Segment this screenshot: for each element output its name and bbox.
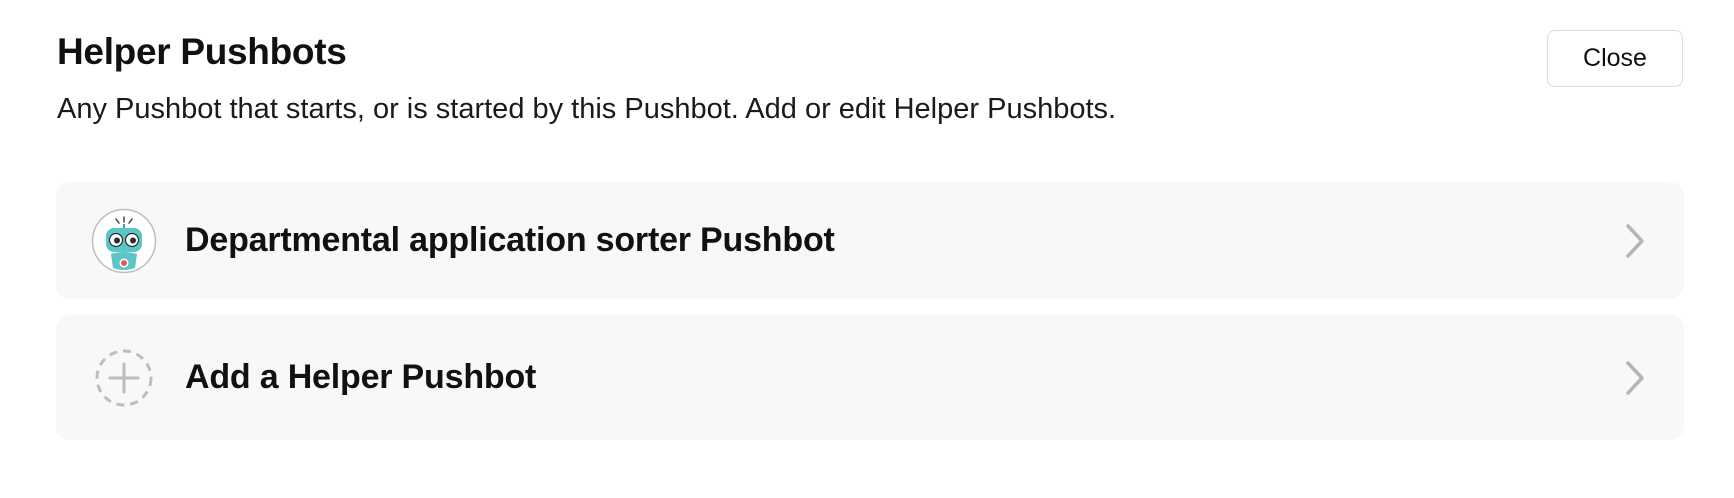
chevron-right-icon	[1626, 360, 1644, 395]
add-helper-pushbot-label: Add a Helper Pushbot	[185, 358, 537, 396]
helper-pushbots-panel: Helper Pushbots Any Pushbot that starts,…	[0, 0, 1734, 498]
add-helper-pushbot-row[interactable]: Add a Helper Pushbot	[56, 315, 1684, 440]
add-circle-dashed-icon	[91, 345, 157, 411]
helper-pushbot-row[interactable]: Departmental application sorter Pushbot	[56, 182, 1684, 299]
chevron-right-icon	[1626, 223, 1644, 258]
helper-pushbot-name: Departmental application sorter Pushbot	[185, 221, 835, 259]
page-subtitle: Any Pushbot that starts, or is started b…	[57, 93, 1117, 125]
close-button[interactable]: Close	[1547, 30, 1683, 87]
page-title: Helper Pushbots	[57, 31, 347, 72]
robot-avatar-icon	[91, 208, 157, 274]
